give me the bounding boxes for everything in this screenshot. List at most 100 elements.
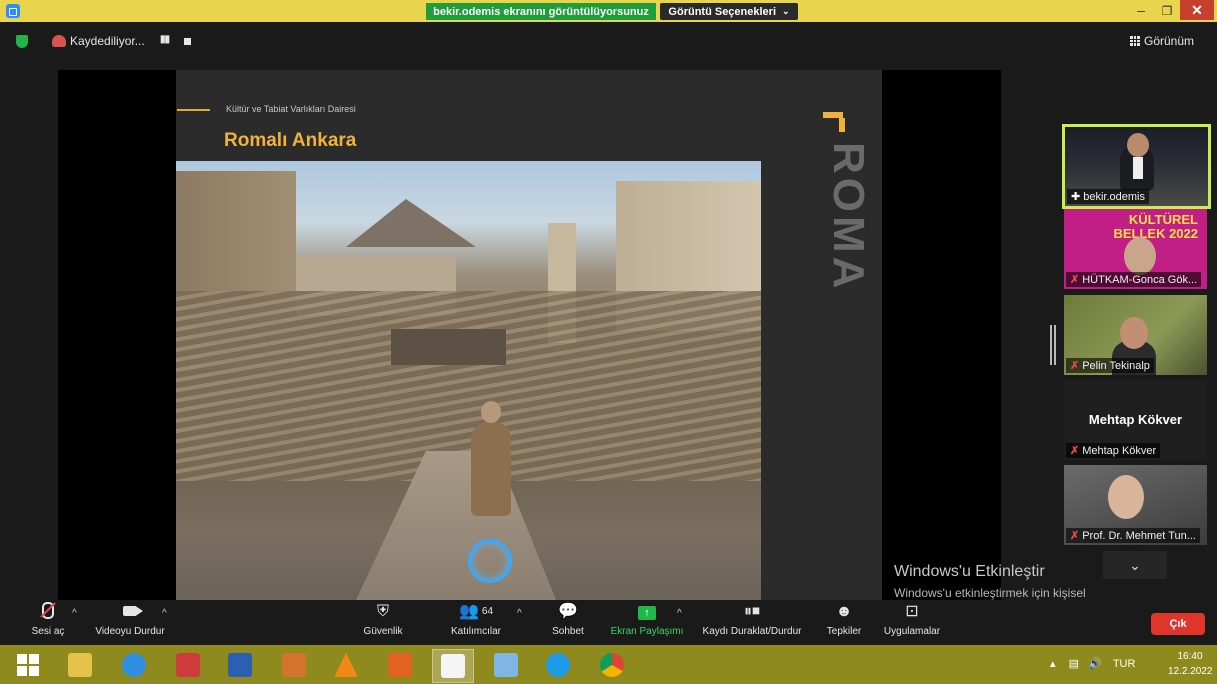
view-layout-button[interactable]: Görünüm [1130,34,1194,48]
participant-name: Prof. Dr. Mehmet Tun... [1082,530,1196,542]
stop-recording-icon[interactable] [184,38,191,45]
security-label: Güvenlik [363,626,403,637]
taskbar-app-red[interactable] [168,649,208,681]
participant-tile[interactable]: KÜLTÜREL BELLEK 2022 ✗ HÜTKAM-Gonca Gök..… [1064,209,1207,289]
unmute-button[interactable]: Sesi aç [28,602,68,637]
folder-icon [68,653,92,677]
apps-button[interactable]: ⊡ Uygulamalar [872,602,952,637]
participants-options-caret-icon[interactable]: ^ [517,608,522,619]
unmute-label: Sesi aç [31,626,65,637]
grid-icon [1130,36,1140,46]
encryption-shield-icon[interactable] [16,35,28,48]
participants-label: Katılımcılar [450,626,501,637]
leave-meeting-button[interactable]: Çık [1151,613,1205,635]
slide-vertical-text: ROMA [824,142,886,362]
participant-tile[interactable]: ✗ Prof. Dr. Mehmet Tun... [1064,465,1207,545]
taskbar-word[interactable] [220,649,260,681]
chrome-icon [600,653,624,677]
slide-vertical-label: ROMA [824,142,873,293]
video-camera-icon [88,602,172,622]
taskbar-skype[interactable] [538,649,578,681]
participant-name: Pelin Tekinalp [1082,360,1150,372]
participant-tile[interactable]: Mehtap Kökver ✗ Mehtap Kökver [1064,380,1207,460]
participants-button[interactable]: 👥 64 Katılımcılar [444,602,508,637]
participant-face [1120,317,1148,349]
recording-control-button[interactable]: ⏸⏹ Kaydı Duraklat/Durdur [694,602,810,637]
participant-logo-text: KÜLTÜREL BELLEK 2022 [1113,212,1198,241]
app-icon [494,653,518,677]
maximize-button[interactable]: ❐ [1154,2,1180,20]
language-indicator[interactable]: TUR [1113,658,1136,670]
close-button[interactable]: ✕ [1180,0,1214,20]
muted-mic-icon: ✗ [1070,274,1080,286]
photo-stage [391,329,506,365]
share-screen-icon: ↑ [608,602,686,622]
share-options-caret-icon[interactable]: ^ [677,608,682,619]
participant-name-tag: ✚ bekir.odemis [1067,189,1149,204]
start-button[interactable] [8,649,48,681]
view-layout-label: Görünüm [1144,34,1195,48]
photo-vr-marker-icon [468,539,512,583]
pause-recording-icon[interactable]: ▮▮ [160,34,170,45]
minimize-button[interactable]: – [1128,2,1154,20]
taskbar-media-player[interactable] [274,649,314,681]
volume-icon[interactable]: 🔊 [1088,658,1102,670]
strip-resize-handle-2[interactable] [1054,325,1056,365]
internet-explorer-icon [122,653,146,677]
share-screen-button[interactable]: ↑ Ekran Paylaşımı [608,602,686,637]
muted-mic-icon: ✗ [1070,360,1080,372]
stop-video-label: Videoyu Durdur [95,626,165,637]
participant-name: HÜTKAM-Gonca Gök... [1082,274,1198,286]
taskbar-file-explorer[interactable] [60,649,100,681]
chat-button[interactable]: 💬 Sohbet [546,602,590,637]
taskbar-internet-explorer[interactable] [114,649,154,681]
smiley-plus-icon: ☻ [835,603,853,620]
network-icon[interactable]: ▤ [1069,658,1079,670]
participant-tile[interactable]: ✚ bekir.odemis [1062,124,1211,209]
participant-shirt [1133,157,1143,179]
slide-department: Kültür ve Tabiat Varlıkları Dairesi [226,104,356,114]
security-button[interactable]: ⛨ Güvenlik [358,602,408,637]
participants-count: 64 [481,606,494,617]
participant-name-tag: ✗ Prof. Dr. Mehmet Tun... [1066,528,1200,543]
view-options-button[interactable]: Görüntü Seçenekleri ⌄ [660,3,798,20]
participant-face [1108,475,1144,519]
taskbar-app-orange[interactable] [380,649,420,681]
muted-mic-icon: ✗ [1070,530,1080,542]
reactions-label: Tepkiler [826,626,862,637]
participant-name: bekir.odemis [1083,191,1145,203]
vlc-cone-icon [334,653,358,677]
meeting-top-bar [0,22,1217,62]
participant-name: Mehtap Kökver [1082,445,1157,457]
cloud-recording-icon [52,35,66,47]
participant-face [1127,133,1149,157]
taskbar-clock[interactable]: 16:40 12.2.2022 [1168,649,1213,679]
pause-stop-recording-icon: ⏸⏹ [743,603,760,620]
participant-name-tag: ✗ Mehtap Kökver [1066,443,1161,458]
chat-bubble-icon: 💬 [558,603,578,620]
recording-control-label: Kaydı Duraklat/Durdur [702,626,802,637]
chevron-down-icon: ⌄ [782,6,790,16]
zoom-app-icon [6,4,20,18]
apps-icon: ⊡ [905,603,919,620]
participant-name-tag: ✗ Pelin Tekinalp [1066,358,1154,373]
taskbar-chrome[interactable] [592,649,632,681]
scroll-participants-down-button[interactable]: ⌄ [1103,551,1167,579]
muted-mic-icon: ✗ [1070,445,1080,457]
photo-mountain [346,199,476,247]
word-icon [228,653,252,677]
video-options-caret-icon[interactable]: ^ [162,608,167,619]
taskbar-notepad[interactable] [432,649,474,683]
view-options-label: Görüntü Seçenekleri [668,5,777,18]
app-icon [176,653,200,677]
taskbar-app-blue[interactable] [486,649,526,681]
media-player-icon [282,653,306,677]
participant-tile[interactable]: ✗ Pelin Tekinalp [1064,295,1207,375]
stop-video-button[interactable]: Videoyu Durdur [88,602,172,637]
tray-arrow-icon[interactable]: ▴ [1050,658,1056,670]
taskbar-vlc[interactable] [326,649,366,681]
audio-options-caret-icon[interactable]: ^ [72,608,77,619]
reactions-button[interactable]: ☻ Tepkiler [822,602,866,637]
strip-resize-handle[interactable] [1050,325,1052,365]
recording-status[interactable]: Kaydediliyor... [70,34,145,48]
